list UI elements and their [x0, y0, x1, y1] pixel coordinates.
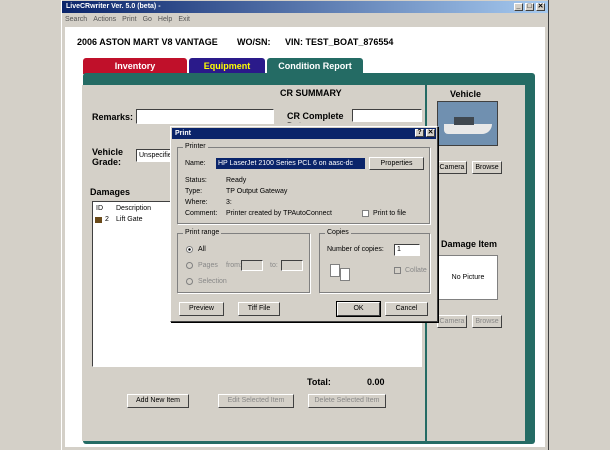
- collate-checkbox[interactable]: [394, 267, 401, 274]
- properties-button[interactable]: Properties: [369, 157, 424, 170]
- where-label: Where:: [185, 199, 208, 206]
- from-label: from:: [226, 262, 242, 269]
- minimize-button[interactable]: _: [514, 3, 523, 11]
- tab-equipment[interactable]: Equipment: [189, 58, 265, 74]
- menu-print[interactable]: Print: [119, 14, 139, 25]
- cr-summary-heading: CR SUMMARY: [280, 88, 342, 98]
- add-new-item-button[interactable]: Add New Item: [127, 394, 189, 408]
- type-label: Type:: [185, 188, 203, 195]
- column-description: Description: [116, 205, 152, 212]
- tiff-file-button[interactable]: Tiff File: [238, 302, 280, 316]
- total-value: 0.00: [367, 377, 385, 387]
- print-dialog: Print ? ✕ Printer Name: HP LaserJet 2100…: [170, 126, 438, 322]
- menu-search[interactable]: Search: [62, 14, 90, 25]
- menu-exit[interactable]: Exit: [175, 14, 193, 25]
- printer-name-select[interactable]: HP LaserJet 2100 Series PCL 6 on aasc-dc: [216, 158, 365, 169]
- menu-actions[interactable]: Actions: [90, 14, 119, 25]
- print-to-file-checkbox[interactable]: [362, 210, 369, 217]
- damages-heading: Damages: [90, 187, 131, 197]
- to-field[interactable]: [281, 260, 303, 271]
- damage-item-icon: [95, 217, 102, 223]
- where-value: 3:: [226, 199, 232, 206]
- ok-button[interactable]: OK: [336, 301, 381, 317]
- vehicle-camera-button[interactable]: Camera: [437, 161, 467, 174]
- preview-button[interactable]: Preview: [179, 302, 224, 316]
- comment-value: Printer created by TPAutoConnect: [226, 210, 332, 217]
- cr-complete-label: CR Complete Date:: [287, 111, 344, 123]
- copies-group: Copies Number of copies: 1 Collate: [319, 229, 430, 293]
- tab-condition-report[interactable]: Condition Report: [267, 58, 363, 74]
- to-label: to:: [270, 262, 278, 269]
- print-range-label: Print range: [183, 229, 222, 236]
- print-to-file-label: Print to file: [373, 210, 407, 217]
- damage-row-id[interactable]: 2: [105, 216, 109, 223]
- all-radio[interactable]: [186, 246, 193, 253]
- vin-label: VIN: TEST_BOAT_876554: [285, 37, 394, 47]
- number-of-copies-label: Number of copies:: [327, 246, 384, 253]
- damage-photo-placeholder: No Picture: [438, 255, 498, 300]
- damage-camera-button[interactable]: Camera: [437, 315, 467, 328]
- remarks-field[interactable]: [136, 109, 274, 124]
- total-label: Total:: [307, 377, 331, 387]
- copies-group-label: Copies: [325, 229, 351, 236]
- pages-radio[interactable]: [186, 262, 193, 269]
- print-dialog-close-button[interactable]: ✕: [426, 129, 435, 137]
- menu-go[interactable]: Go: [140, 14, 155, 25]
- photo-panel: Vehicle Camera Browse Damage Item No Pic…: [427, 85, 525, 441]
- tab-inventory[interactable]: Inventory: [83, 58, 187, 74]
- wo-label: WO/SN:: [237, 37, 271, 47]
- menu-help[interactable]: Help: [155, 14, 175, 25]
- copies-spinner[interactable]: 1: [394, 244, 420, 256]
- remarks-label: Remarks:: [92, 112, 134, 122]
- delete-selected-item-button[interactable]: Delete Selected Item: [308, 394, 386, 408]
- vehicle-grade-select[interactable]: Unspecifie: [136, 149, 172, 162]
- boat-hull-shape: [444, 124, 492, 134]
- status-label: Status:: [185, 177, 207, 184]
- menu-bar: Search Actions Print Go Help Exit: [62, 14, 548, 25]
- type-value: TP Output Gateway: [226, 188, 288, 195]
- damage-row-description[interactable]: Lift Gate: [116, 216, 142, 223]
- vehicle-browse-button[interactable]: Browse: [472, 161, 502, 174]
- print-dialog-title: Print: [175, 130, 191, 137]
- comment-label: Comment:: [185, 210, 218, 217]
- maximize-button[interactable]: □: [525, 3, 534, 11]
- printer-group: Printer Name: HP LaserJet 2100 Series PC…: [177, 143, 430, 224]
- pages-label: Pages: [198, 262, 218, 269]
- from-field[interactable]: [241, 260, 263, 271]
- collate-page-icon: [340, 268, 350, 281]
- column-id: ID: [96, 205, 103, 212]
- status-value: Ready: [226, 177, 247, 184]
- printer-name-label: Name:: [185, 160, 206, 167]
- title-bar: LiveCRwriter Ver. 5.0 (beta) - _ □ ✕: [62, 1, 548, 13]
- close-window-button[interactable]: ✕: [536, 3, 545, 11]
- damage-browse-button[interactable]: Browse: [472, 315, 502, 328]
- window-title: LiveCRwriter Ver. 5.0 (beta) -: [66, 3, 161, 10]
- cr-complete-date-field[interactable]: [352, 109, 422, 122]
- vehicle-description: 2006 ASTON MART V8 VANTAGE: [77, 37, 218, 47]
- selection-radio[interactable]: [186, 278, 193, 285]
- vehicle-grade-label: Vehicle Grade:: [92, 147, 124, 167]
- collate-page-icon: [330, 264, 340, 277]
- print-range-group: Print range All Pages from: to: Selectio…: [177, 229, 310, 293]
- cancel-button[interactable]: Cancel: [385, 302, 428, 316]
- collate-label: Collate: [405, 267, 427, 274]
- damage-item-heading: Damage Item: [441, 239, 498, 249]
- vehicle-photo-heading: Vehicle: [450, 89, 482, 99]
- printer-group-label: Printer: [183, 143, 208, 150]
- print-dialog-title-bar: Print ? ✕: [172, 128, 436, 139]
- selection-label: Selection: [198, 278, 227, 285]
- help-button[interactable]: ?: [415, 129, 424, 137]
- vehicle-photo: [437, 101, 498, 146]
- boat-cabin-shape: [454, 117, 474, 125]
- edit-selected-item-button[interactable]: Edit Selected Item: [218, 394, 294, 408]
- all-label: All: [198, 246, 206, 253]
